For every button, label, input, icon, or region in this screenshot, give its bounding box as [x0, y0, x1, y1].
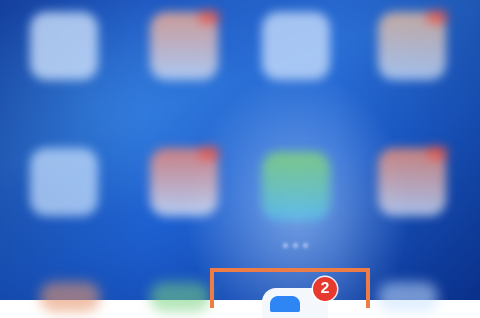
chat-bubble-icon [270, 296, 300, 312]
notification-dot [198, 10, 220, 24]
app-icon-2[interactable] [150, 10, 220, 80]
notification-dot [426, 146, 448, 160]
app-icon-8[interactable] [378, 146, 448, 216]
page-indicator[interactable] [270, 240, 320, 250]
notification-badge: 2 [313, 277, 337, 301]
dock-app-icon-right[interactable] [378, 282, 438, 312]
dock-app-icon-middle[interactable] [150, 282, 210, 312]
dock-app-icon-left[interactable] [40, 282, 100, 312]
notification-dot [198, 146, 220, 160]
app-icon-1[interactable] [30, 12, 98, 80]
page-dot [292, 242, 298, 248]
app-icon-3[interactable] [262, 12, 330, 80]
page-dot [302, 242, 308, 248]
app-icon-6[interactable] [150, 146, 220, 216]
app-icon-5[interactable] [30, 148, 98, 216]
page-dot [282, 242, 288, 248]
notification-dot [426, 10, 448, 24]
app-icon-7[interactable] [262, 152, 330, 220]
app-icon-4[interactable] [378, 10, 448, 80]
